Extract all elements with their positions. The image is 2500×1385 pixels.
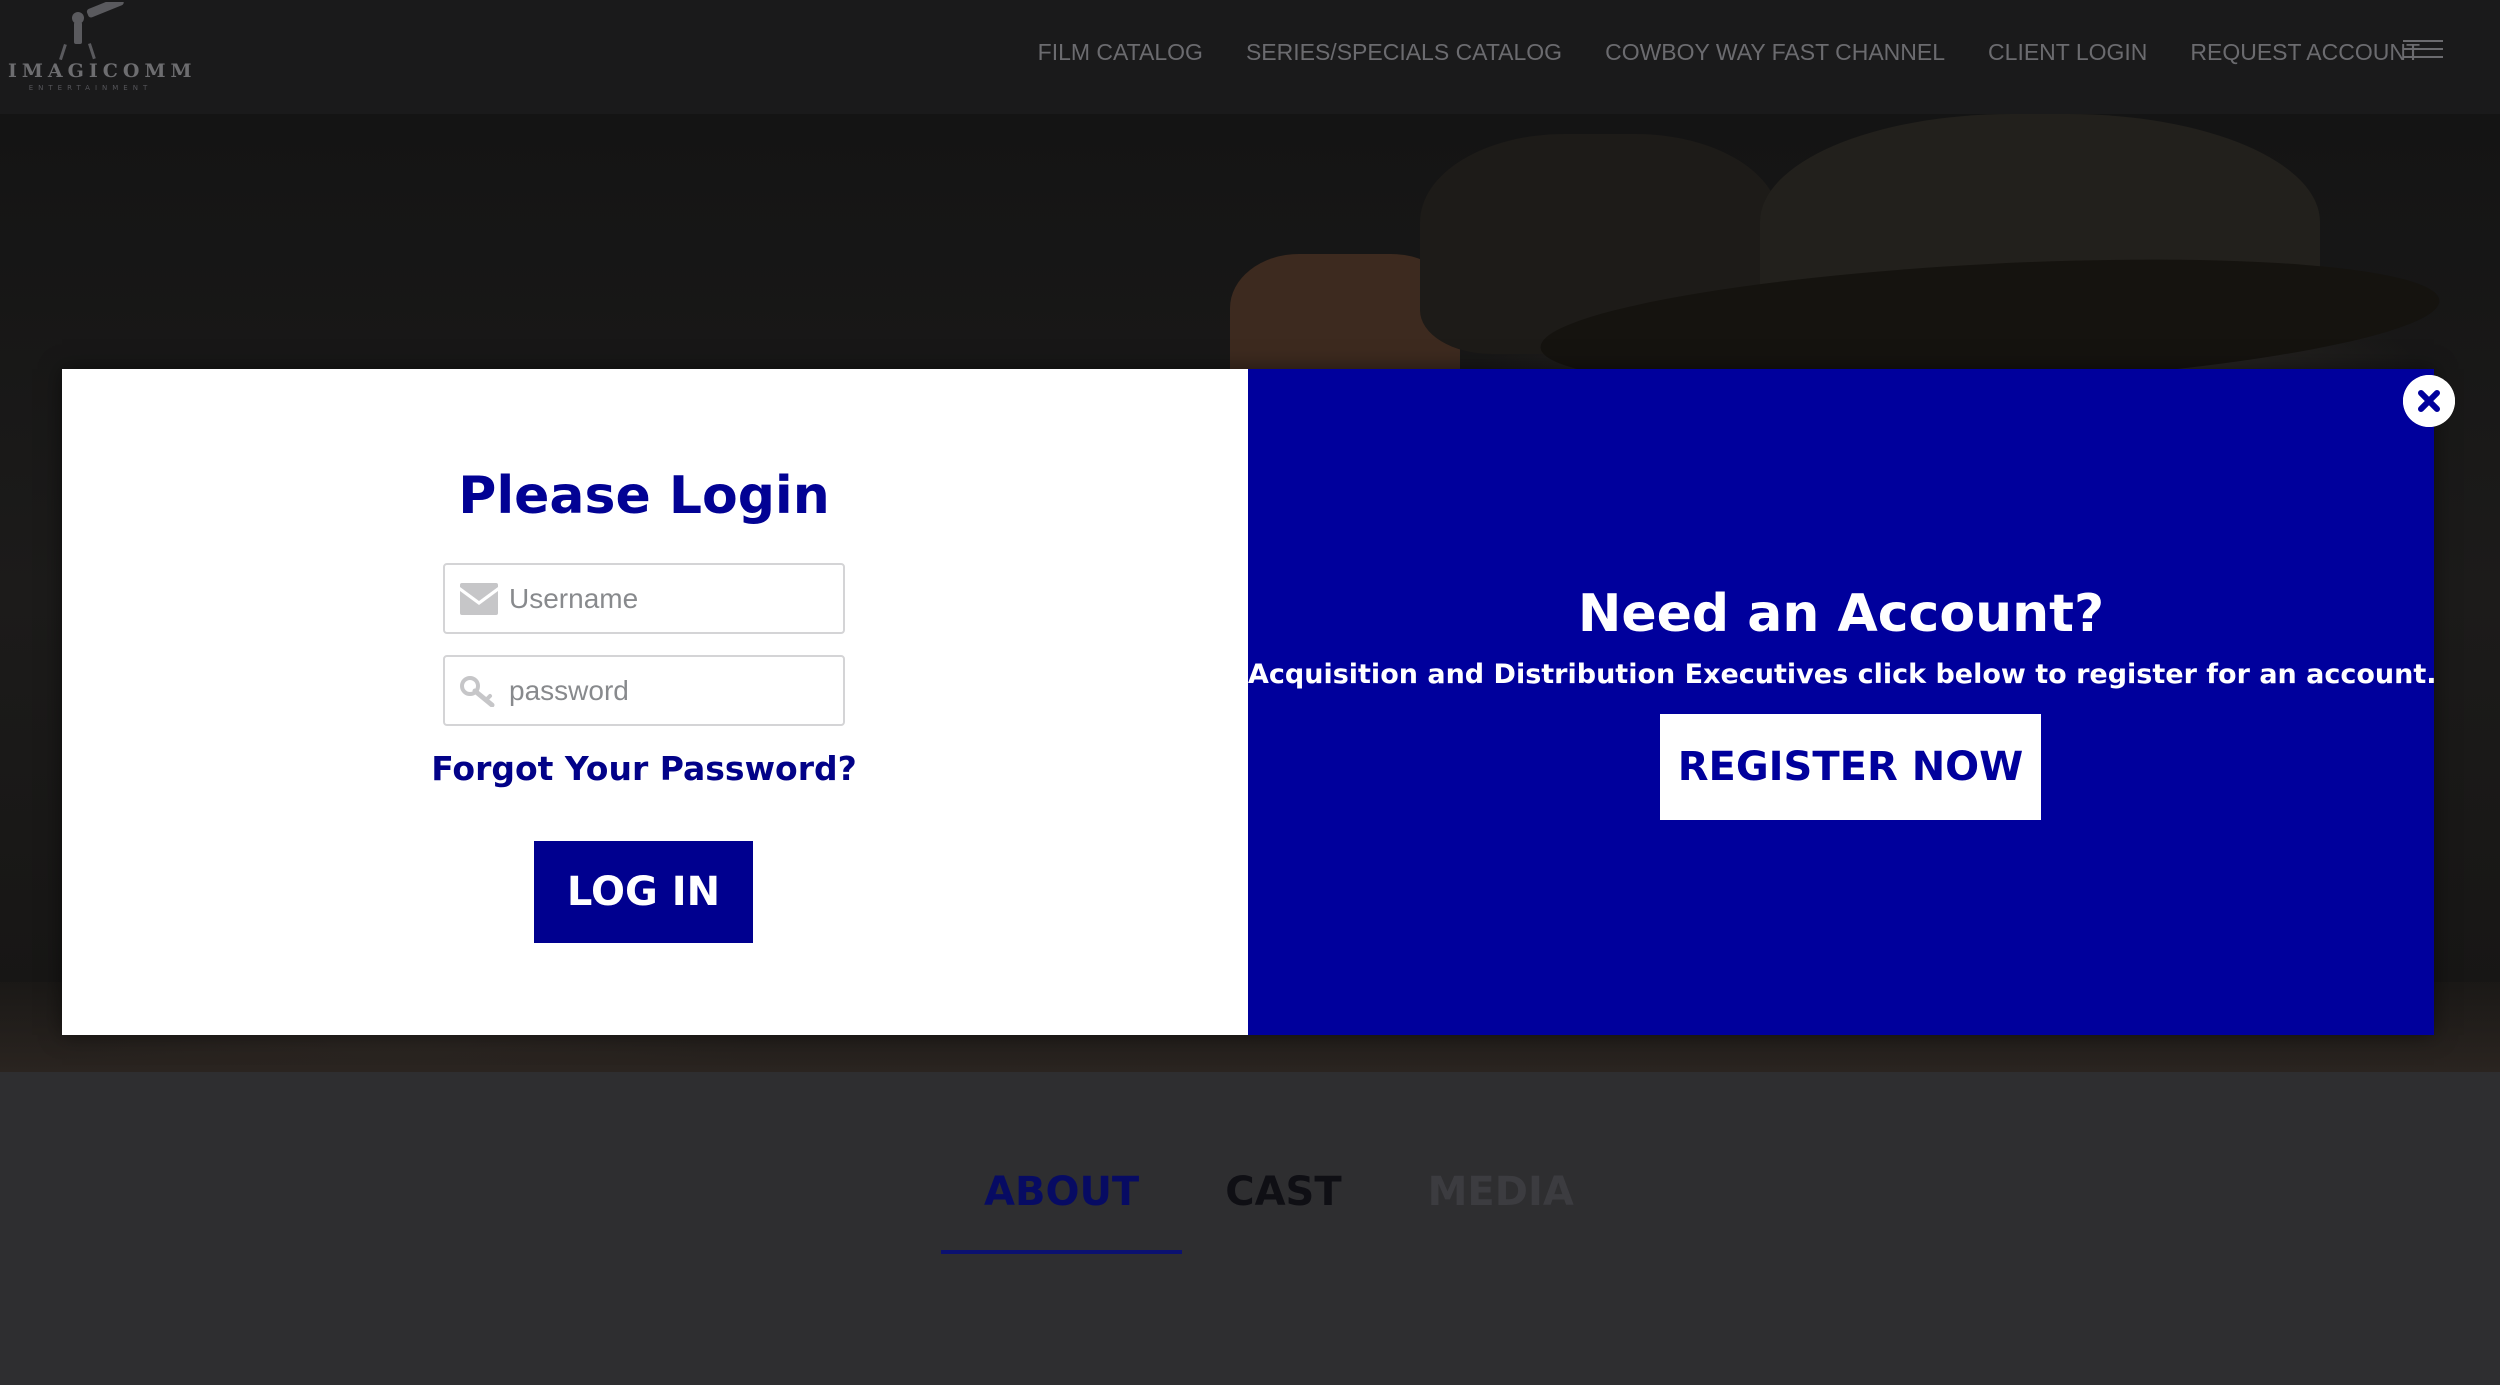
envelope-icon	[460, 583, 498, 615]
nav-cowboy-way-fast-channel[interactable]: COWBOY WAY FAST CHANNEL	[1605, 39, 1945, 66]
nav-client-login[interactable]: CLIENT LOGIN	[1988, 39, 2147, 66]
close-icon	[2403, 375, 2455, 427]
tab-cast[interactable]: CAST	[1182, 1167, 1384, 1254]
content-section: ABOUT CAST MEDIA	[0, 1072, 2500, 1385]
register-title: Need an Account?	[1577, 584, 2105, 644]
login-button[interactable]: LOG IN	[534, 841, 753, 943]
key-icon	[460, 676, 495, 707]
password-field-wrapper	[443, 655, 845, 726]
detail-tabs: ABOUT CAST MEDIA	[941, 1167, 1617, 1254]
login-title: Please Login	[458, 466, 830, 526]
telescope-logo-icon	[59, 2, 124, 60]
password-input[interactable]	[509, 657, 829, 724]
logo-subtitle: ENTERTAINMENT	[28, 84, 153, 92]
register-panel: Need an Account? Acquisition and Distrib…	[1248, 369, 2455, 1035]
site-logo[interactable]: IMAGICOMM ENTERTAINMENT	[8, 0, 197, 98]
register-subtitle: Acquisition and Distribution Executives …	[1248, 659, 2437, 690]
main-nav: FILM CATALOG SERIES/SPECIALS CATALOG COW…	[1038, 0, 2420, 104]
username-input[interactable]	[509, 565, 829, 632]
nav-film-catalog[interactable]: FILM CATALOG	[1038, 39, 1203, 66]
username-field-wrapper	[443, 563, 845, 634]
tab-media[interactable]: MEDIA	[1385, 1167, 1617, 1254]
tab-about[interactable]: ABOUT	[941, 1167, 1183, 1254]
nav-series-specials-catalog[interactable]: SERIES/SPECIALS CATALOG	[1246, 39, 1562, 66]
site-header: IMAGICOMM ENTERTAINMENT FILM CATALOG SER…	[0, 0, 2500, 114]
login-panel: Please Login Forgot Your Password? LOG I…	[62, 369, 1248, 1035]
forgot-password-link[interactable]: Forgot Your Password?	[62, 749, 1226, 788]
register-now-button[interactable]: REGISTER NOW	[1660, 714, 2041, 820]
close-modal-button[interactable]	[2403, 375, 2455, 427]
nav-request-account[interactable]: REQUEST ACCOUNT	[2190, 39, 2420, 66]
hamburger-icon[interactable]	[2403, 40, 2443, 66]
login-modal: Please Login Forgot Your Password? LOG I…	[62, 369, 2455, 1035]
logo-name: IMAGICOMM	[8, 60, 197, 82]
